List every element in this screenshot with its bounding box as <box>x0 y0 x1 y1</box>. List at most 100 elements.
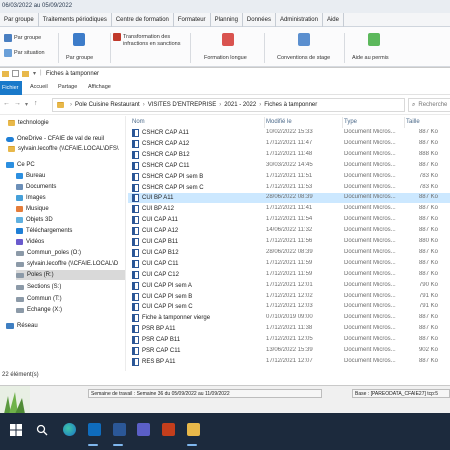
menu-item-administration[interactable]: Administration <box>276 13 323 27</box>
ribbon-par-situation-button[interactable]: Par situation <box>4 49 45 57</box>
nav-item[interactable]: Commun_poles (O:) <box>16 248 81 258</box>
nav-item[interactable]: Objets 3D <box>16 215 53 225</box>
file-row[interactable]: CSHCR CAP A11 10/02/2022 15:33 Document Mi… <box>128 128 450 138</box>
address-path-box[interactable]: › Pole Cuisine Restaurant › VISITES D'EN… <box>52 98 405 112</box>
column-divider[interactable] <box>342 117 343 128</box>
file-row[interactable]: RES BP A11 17/12/2021 12:07 Document Micro… <box>128 357 450 367</box>
search-icon[interactable] <box>36 424 48 436</box>
file-row[interactable]: Fiche à tamponner vierge 07/10/2019 09:00… <box>128 313 450 323</box>
file-name: CUI CAP C12 <box>142 271 179 278</box>
teams-icon[interactable] <box>137 423 150 436</box>
menu-item-par-groupe[interactable]: Par groupe <box>0 13 39 27</box>
column-divider[interactable] <box>264 117 265 128</box>
column-header-type[interactable]: Type <box>344 119 357 125</box>
checkbox-icon[interactable] <box>12 70 19 77</box>
nav-item[interactable]: Musique <box>16 204 49 214</box>
nav-item[interactable]: Téléchargements <box>16 226 72 236</box>
ribbon-separator <box>344 33 345 63</box>
ribbon-par-groupe-large-button[interactable]: Par groupe <box>66 55 93 61</box>
file-size: 880 Ko <box>418 238 438 244</box>
nav-item[interactable]: Images <box>16 193 46 203</box>
back-arrow-icon[interactable]: ← <box>3 100 10 107</box>
start-icon[interactable] <box>10 424 22 436</box>
file-row[interactable]: CUI CAP A12 14/06/2022 11:32 Document Micr… <box>128 226 450 236</box>
ribbon-aide-permis-button[interactable]: Aide au permis <box>352 55 389 61</box>
file-row[interactable]: CUI CAP B11 17/12/2021 11:56 Document Micr… <box>128 237 450 247</box>
nav-item[interactable]: Documents <box>16 182 56 192</box>
chevron-down-icon[interactable]: ▾ <box>33 70 36 77</box>
nav-item[interactable]: Sections (S:) <box>16 282 61 292</box>
menu-item-formateur[interactable]: Formateur <box>174 13 211 27</box>
file-name: CSHCR CAP PI sem B <box>142 173 204 180</box>
tab-affichage[interactable]: Affichage <box>88 84 111 90</box>
menu-item-donnees[interactable]: Données <box>243 13 276 27</box>
nav-item-label: sylvain.lecoffre (\\CFAIE.LOCAL\DFS\ <box>18 146 119 152</box>
file-type: Document Micros... <box>344 314 396 321</box>
nav-item[interactable]: Echange (X:) <box>16 305 62 315</box>
file-row[interactable]: CSHCR CAP PI sem C 17/12/2021 11:53 Docume… <box>128 183 450 193</box>
word-icon[interactable] <box>113 423 126 436</box>
file-row[interactable]: CSHCR CAP A12 17/12/2021 11:47 Document Mi… <box>128 139 450 149</box>
nav-item[interactable]: technologie <box>8 118 49 128</box>
file-explorer-icon[interactable] <box>187 423 200 436</box>
edge-icon[interactable] <box>63 423 76 436</box>
ribbon-par-groupe-button[interactable]: Par groupe <box>4 34 41 42</box>
file-row[interactable]: CUI CAP A11 17/12/2021 11:54 Document Micr… <box>128 215 450 225</box>
up-arrow-icon[interactable]: ↑ <box>34 100 38 107</box>
menu-item-planning[interactable]: Planning <box>211 13 243 27</box>
ribbon-formation-longue-button[interactable]: Formation longue <box>204 55 247 61</box>
folder-icon <box>57 102 64 108</box>
file-row[interactable]: CUI BP A12 17/12/2021 11:41 Document Micro… <box>128 204 450 214</box>
app-ribbon: Par groupe Par situation Par groupe Tran… <box>0 27 450 67</box>
tab-accueil[interactable]: Accueil <box>30 84 48 90</box>
column-header-name[interactable]: Nom <box>132 119 145 125</box>
file-row[interactable]: PSR CAP C11 13/06/2022 15:39 Document Micr… <box>128 346 450 356</box>
menu-item-centre-de-formation[interactable]: Centre de formation <box>112 13 174 27</box>
ribbon-separator <box>264 33 265 63</box>
forward-arrow-icon[interactable]: → <box>14 100 21 107</box>
file-row[interactable]: PSR BP A11 17/12/2021 11:38 Document Micro… <box>128 324 450 334</box>
breadcrumb-fiches[interactable]: Fiches à tamponner <box>264 102 317 108</box>
recent-chevron-icon[interactable]: ▾ <box>25 101 28 108</box>
ribbon-conventions-button[interactable]: Conventions de stage <box>277 55 330 61</box>
file-name: CSHCR CAP C11 <box>142 162 190 169</box>
file-row[interactable]: PSR CAP B11 17/12/2021 12:05 Document Micr… <box>128 335 450 345</box>
breadcrumb-visites[interactable]: VISITES D'ENTREPRISE <box>148 102 217 108</box>
menu-item-traitements-periodiques[interactable]: Traitements périodiques <box>39 13 112 27</box>
outlook-icon[interactable] <box>88 423 101 436</box>
transform-icon <box>113 33 121 41</box>
menu-item-aide[interactable]: Aide <box>323 13 344 27</box>
situation-icon <box>4 49 12 57</box>
tab-partage[interactable]: Partage <box>58 84 77 90</box>
nav-item[interactable]: Commun (T:) <box>16 294 62 304</box>
file-row[interactable]: CUI CAP PI sem C 17/12/2021 12:03 Document… <box>128 302 450 312</box>
item-count: 22 élément(s) <box>2 372 39 378</box>
file-row[interactable]: CSHCR CAP B12 17/12/2021 11:48 Document Mi… <box>128 150 450 160</box>
file-row[interactable]: CUI CAP PI sem B 17/12/2021 12:02 Document… <box>128 292 450 302</box>
breadcrumb-pole-cuisine[interactable]: Pole Cuisine Restaurant <box>75 102 140 108</box>
nav-item[interactable]: Vidéos <box>16 237 44 247</box>
ribbon-transformation-button[interactable]: Transformation des <box>113 33 170 41</box>
nav-item[interactable]: Ce PC <box>6 160 35 170</box>
nav-item[interactable]: sylvain.lecoffre (\\CFAIE.LOCAL\D <box>16 259 118 269</box>
column-header-date[interactable]: Modifié le <box>266 119 292 125</box>
column-header-size[interactable]: Taille <box>406 119 420 125</box>
file-row[interactable]: CUI CAP C11 17/12/2021 11:59 Document Micr… <box>128 259 450 269</box>
search-input[interactable]: ⌕ Recherche <box>408 98 450 112</box>
nav-item[interactable]: Bureau <box>16 171 45 181</box>
file-row[interactable]: CUI CAP C12 17/12/2021 11:59 Document Micr… <box>128 270 450 280</box>
powerpoint-icon[interactable] <box>162 423 175 436</box>
file-row[interactable]: CSHCR CAP C11 30/03/2022 14:45 Document Mi… <box>128 161 450 171</box>
breadcrumb-year[interactable]: 2021 - 2022 <box>224 102 256 108</box>
file-row[interactable]: CSHCR CAP PI sem B 17/12/2021 11:51 Docume… <box>128 172 450 182</box>
word-document-icon <box>132 238 139 246</box>
nav-item[interactable]: OneDrive - CFAIE de val de reuil <box>6 134 104 144</box>
nav-item[interactable]: Poles (R:) <box>16 270 125 280</box>
nav-item[interactable]: sylvain.lecoffre (\\CFAIE.LOCAL\DFS\ <box>8 144 119 154</box>
file-row[interactable]: CUI CAP B12 28/06/2022 08:39 Document Micr… <box>128 248 450 258</box>
file-row[interactable]: CUI BP A11 28/06/2022 08:39 Document Micro… <box>128 193 450 204</box>
tab-fichier[interactable]: Fichier <box>0 81 22 95</box>
file-row[interactable]: CUI CAP PI sem A 17/12/2021 12:01 Document… <box>128 281 450 291</box>
nav-item[interactable]: Réseau <box>6 321 38 331</box>
column-divider[interactable] <box>404 117 405 128</box>
